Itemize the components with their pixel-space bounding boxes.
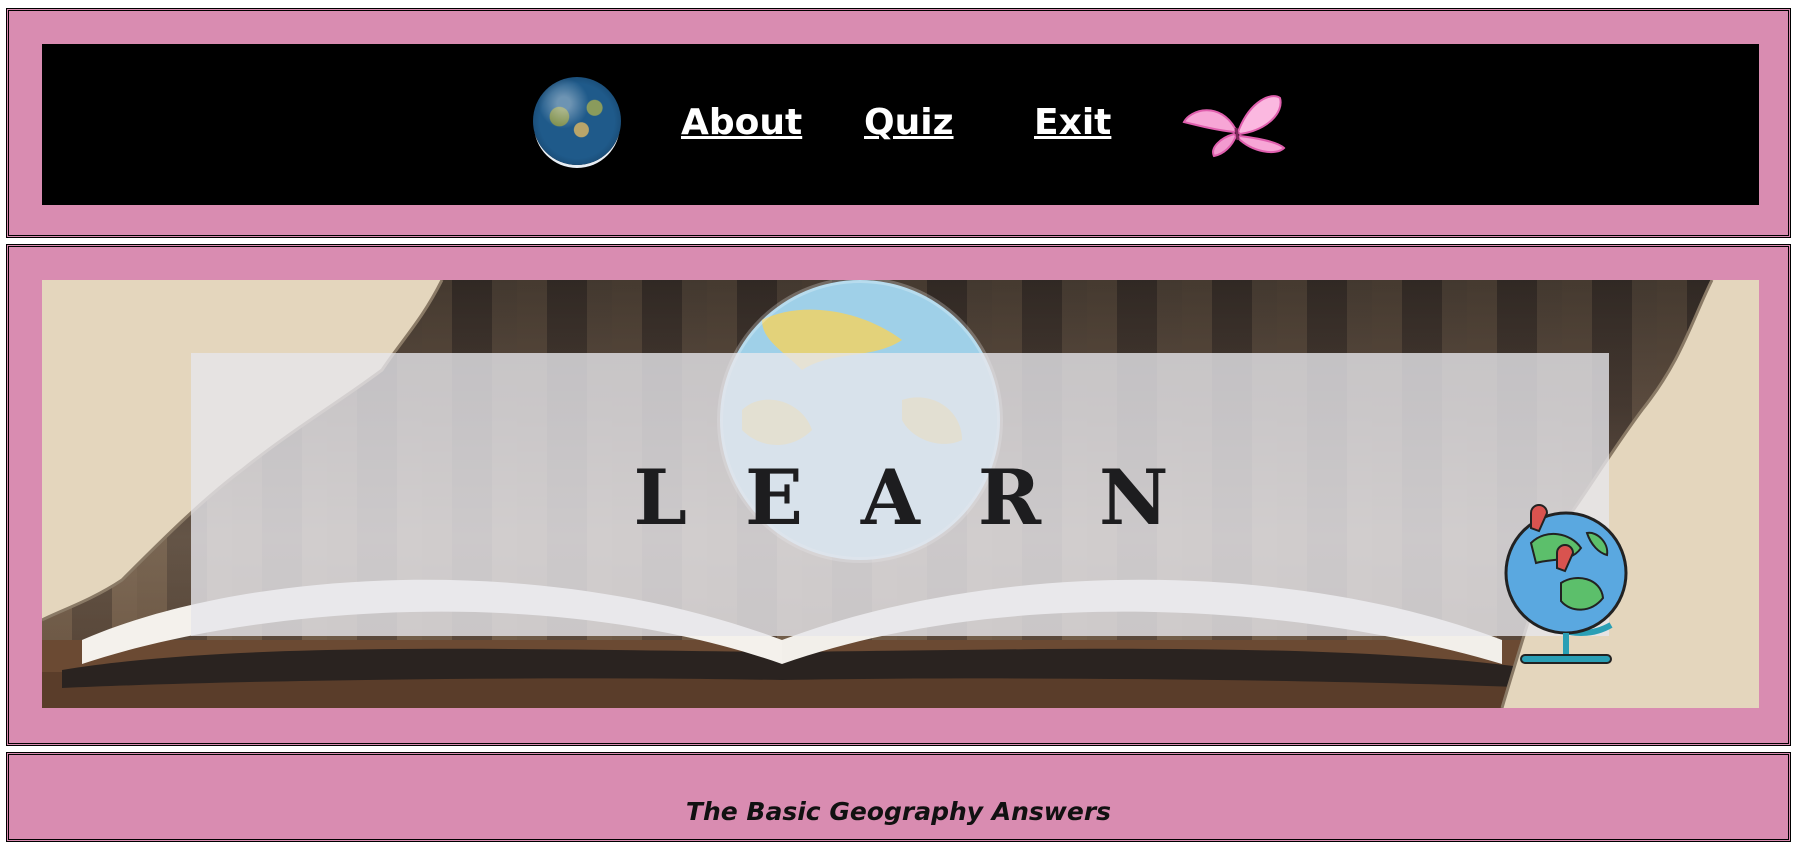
nav-exit-link[interactable]: Exit xyxy=(1034,102,1111,143)
footer-panel: The Basic Geography Answers xyxy=(6,752,1791,842)
desk-globe-icon xyxy=(1504,504,1628,664)
nav-about-link[interactable]: About xyxy=(681,102,802,143)
nav-quiz-link[interactable]: Quiz xyxy=(864,102,954,143)
header-panel: About Quiz Exit xyxy=(6,8,1791,238)
hero-overlay: LEARN xyxy=(191,353,1628,664)
hero-banner: LEARN xyxy=(42,280,1759,708)
hero-title: LEARN xyxy=(633,453,1227,542)
footer-title: The Basic Geography Answers xyxy=(685,797,1112,826)
nav-bar: About Quiz Exit xyxy=(42,44,1759,205)
earth-globe-icon[interactable] xyxy=(533,77,621,165)
hero-panel: LEARN xyxy=(6,244,1791,746)
butterfly-icon xyxy=(1182,95,1286,158)
